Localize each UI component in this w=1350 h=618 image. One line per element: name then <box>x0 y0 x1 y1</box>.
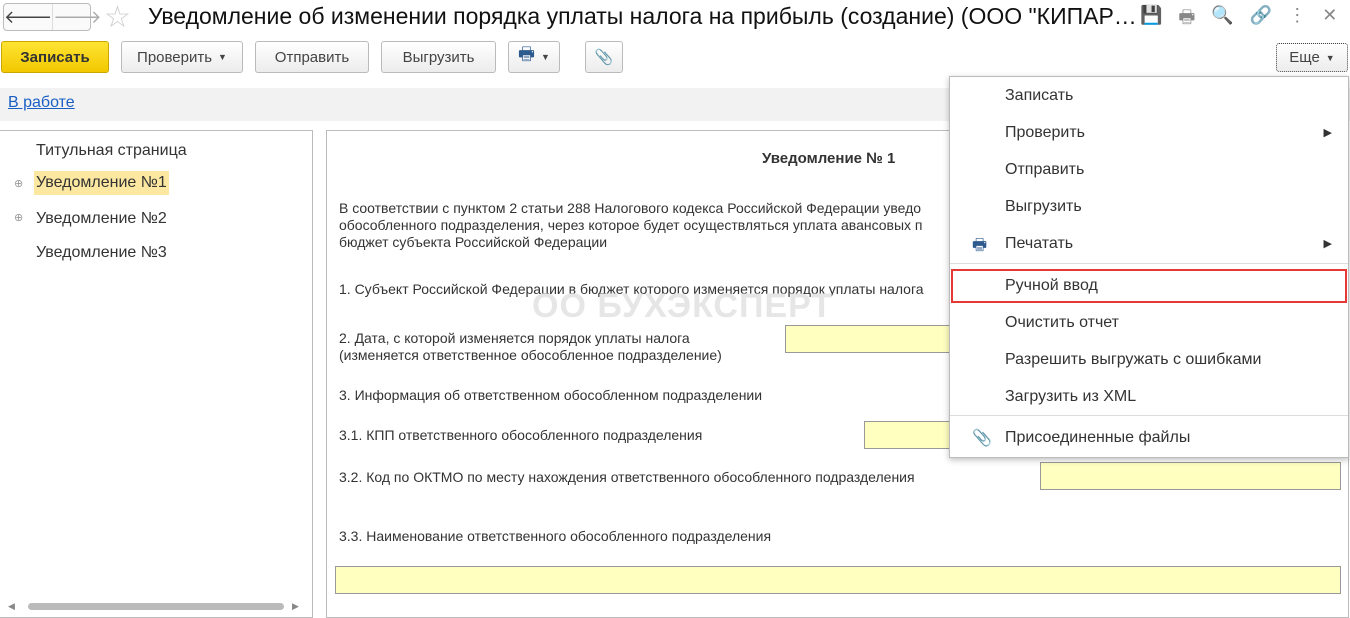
attach-button[interactable]: 📎 <box>585 41 623 73</box>
tree-item-notice-3[interactable]: Уведомление №3 <box>36 241 167 265</box>
menu-separator <box>950 263 1348 264</box>
menu-item-allow-export-errors[interactable]: Разрешить выгружать с ошибками <box>1005 351 1261 369</box>
intro-text: В соответствии с пунктом 2 статьи 288 На… <box>339 200 923 251</box>
tree-item-notice-1[interactable]: Уведомление №1 <box>34 171 169 195</box>
item-31-label: 3.1. КПП ответственного обособленного по… <box>339 427 703 443</box>
menu-item-attached-files[interactable]: Присоединенные файлы <box>1005 429 1190 447</box>
menu-separator <box>950 415 1348 416</box>
subdivision-name-field[interactable] <box>335 566 1341 594</box>
notice-heading: Уведомление № 1 <box>762 150 896 167</box>
print-button[interactable]: 🖶 ▼ <box>508 41 560 73</box>
intro-line: обособленного подразделения, через котор… <box>339 217 923 233</box>
caret-down-icon: ▼ <box>218 52 227 62</box>
save-button[interactable]: Записать <box>1 41 109 73</box>
expand-icon[interactable]: ⊕ <box>14 177 23 190</box>
save-label: Записать <box>20 48 90 66</box>
check-label: Проверить <box>137 48 213 66</box>
intro-line: бюджет субъекта Российской Федерации <box>339 234 608 250</box>
printer-icon: 🖶 <box>518 44 536 64</box>
forward-button[interactable]: 🡒 <box>52 4 102 30</box>
scroll-right-icon[interactable]: ▶ <box>292 601 299 612</box>
item-2-label: 2. Дата, с которой изменяется порядок уп… <box>339 330 690 346</box>
printer-icon: 🖶 <box>972 237 988 254</box>
item-33-label: 3.3. Наименование ответственного обособл… <box>339 528 772 544</box>
export-label: Выгрузить <box>402 48 475 66</box>
more-vertical-icon[interactable]: ⋮ <box>1288 5 1306 35</box>
menu-item-manual-input[interactable]: Ручной ввод <box>1005 277 1098 295</box>
paperclip-icon: 📎 <box>972 430 992 447</box>
horizontal-scrollbar[interactable] <box>28 603 284 610</box>
more-label: Еще <box>1289 49 1320 66</box>
menu-item-print[interactable]: Печатать <box>1005 235 1073 253</box>
close-icon[interactable]: ✕ <box>1322 5 1337 35</box>
submenu-arrow-icon: ▶ <box>1323 238 1332 250</box>
navigation-buttons: 🡐 🡒 <box>3 3 102 31</box>
submenu-arrow-icon: ▶ <box>1323 127 1332 139</box>
scroll-left-icon[interactable]: ◀ <box>8 601 15 612</box>
menu-item-save[interactable]: Записать <box>1005 87 1073 105</box>
status-link[interactable]: В работе <box>8 94 75 112</box>
intro-line: В соответствии с пунктом 2 статьи 288 На… <box>339 200 922 216</box>
link-icon[interactable]: 🔗 <box>1250 5 1272 35</box>
check-button[interactable]: Проверить ▼ <box>121 41 243 73</box>
back-button[interactable]: 🡐 <box>4 4 52 30</box>
print-icon[interactable]: 🖶 <box>1178 5 1195 35</box>
sections-tree: Титульная страница ⊕ Уведомление №1 ⊕ Ув… <box>0 130 313 618</box>
title-icons: 💾 🖶 🔍 🔗 ⋮ ✕ <box>1140 5 1337 35</box>
item-3-label: 3. Информация об ответственном обособлен… <box>339 387 763 403</box>
menu-item-clear-report[interactable]: Очистить отчет <box>1005 314 1119 332</box>
save-icon[interactable]: 💾 <box>1140 5 1162 35</box>
oktmo-field[interactable] <box>1040 462 1341 490</box>
favorite-star-icon[interactable]: ☆ <box>104 0 131 35</box>
preview-icon[interactable]: 🔍 <box>1211 5 1233 35</box>
caret-down-icon: ▼ <box>1325 52 1335 63</box>
menu-item-send[interactable]: Отправить <box>1005 161 1084 179</box>
expand-icon[interactable]: ⊕ <box>14 211 23 224</box>
export-button[interactable]: Выгрузить <box>381 41 496 73</box>
window-title: Уведомление об изменении порядка уплаты … <box>148 3 1137 29</box>
send-button[interactable]: Отправить <box>255 41 369 73</box>
more-button[interactable]: Еще ▼ <box>1276 43 1348 72</box>
item-32-label: 3.2. Код по ОКТМО по месту нахождения от… <box>339 469 915 485</box>
caret-down-icon: ▼ <box>541 52 550 62</box>
tree-item-notice-2[interactable]: Уведомление №2 <box>36 207 167 231</box>
watermark-logo: OO БУХЭКСПЕРТ <box>532 287 834 325</box>
item-2-sublabel: (изменяется ответственное обособленное п… <box>339 347 722 363</box>
menu-item-check[interactable]: Проверить <box>1005 124 1085 142</box>
send-label: Отправить <box>274 48 350 66</box>
more-dropdown-menu: Записать Проверить ▶ Отправить Выгрузить… <box>949 76 1349 458</box>
tree-item-title-page[interactable]: Титульная страница <box>36 139 187 163</box>
menu-item-export[interactable]: Выгрузить <box>1005 198 1082 216</box>
paperclip-icon: 📎 <box>594 49 614 66</box>
menu-item-load-xml[interactable]: Загрузить из XML <box>1005 388 1136 406</box>
